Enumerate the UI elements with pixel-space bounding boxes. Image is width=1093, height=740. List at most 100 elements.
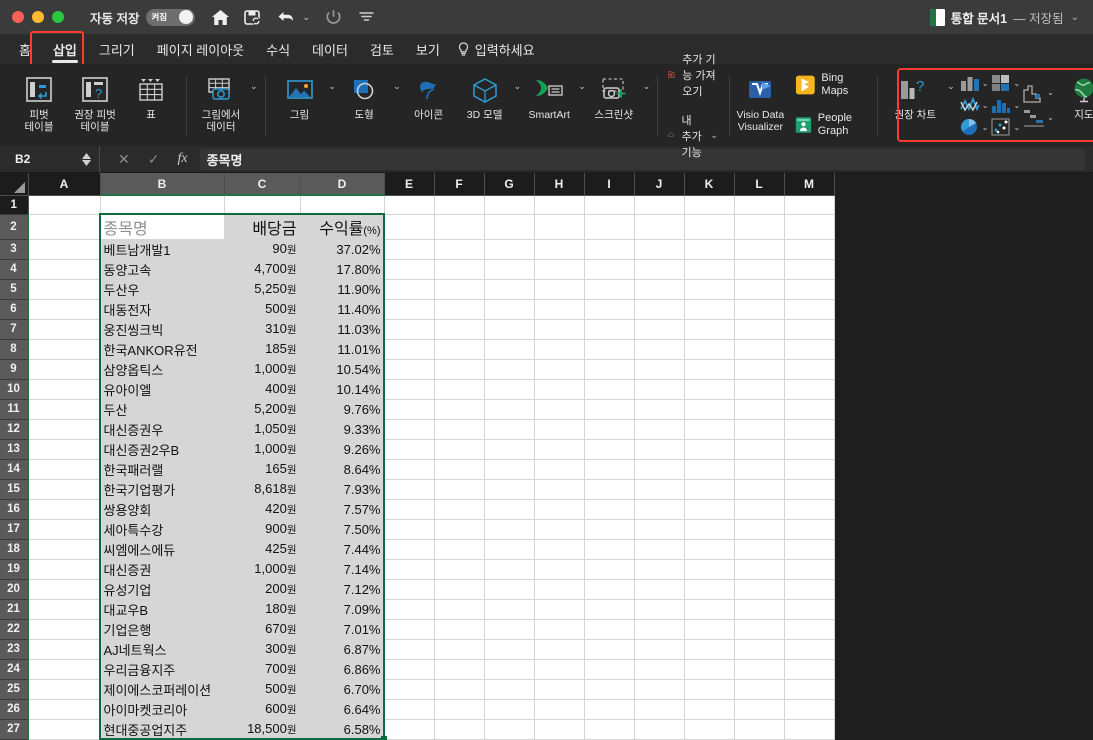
cell-L8[interactable] (734, 339, 785, 360)
cell-I26[interactable] (584, 699, 635, 720)
row-header-4[interactable]: 4 (0, 259, 29, 280)
column-chart-button[interactable]: ⌄ (959, 73, 988, 93)
cell-I20[interactable] (584, 579, 635, 600)
cell-A1[interactable] (28, 195, 101, 215)
cell-E5[interactable] (384, 279, 435, 300)
name-box-spinner[interactable] (82, 152, 91, 166)
cell-D5[interactable]: 11.90% (300, 279, 385, 300)
cell-L15[interactable] (734, 479, 785, 500)
cell-G25[interactable] (484, 679, 535, 700)
visio-data-visualizer-button[interactable]: Visio Data Visualizer (736, 67, 785, 143)
cell-G9[interactable] (484, 359, 535, 380)
cell-H7[interactable] (534, 319, 585, 340)
cell-D12[interactable]: 9.33% (300, 419, 385, 440)
cell-F26[interactable] (434, 699, 485, 720)
cell-C21[interactable]: 180원 (224, 599, 301, 620)
cell-E18[interactable] (384, 539, 435, 560)
screenshot-chevron-down-icon[interactable]: ⌄ (643, 81, 651, 92)
cell-A22[interactable] (28, 619, 101, 640)
cell-L3[interactable] (734, 239, 785, 260)
cell-M17[interactable] (784, 519, 835, 540)
cell-A2[interactable] (28, 214, 101, 240)
cell-K9[interactable] (684, 359, 735, 380)
cell-E4[interactable] (384, 259, 435, 280)
cell-L9[interactable] (734, 359, 785, 380)
cell-F4[interactable] (434, 259, 485, 280)
cell-B20[interactable]: 유성기업 (100, 579, 225, 600)
picture-chevron-down-icon[interactable]: ⌄ (329, 81, 337, 92)
maximize-window-button[interactable] (52, 11, 64, 23)
cell-E9[interactable] (384, 359, 435, 380)
cell-E7[interactable] (384, 319, 435, 340)
cell-A23[interactable] (28, 639, 101, 660)
select-all-corner[interactable] (0, 173, 29, 196)
cell-M20[interactable] (784, 579, 835, 600)
cell-C13[interactable]: 1,000원 (224, 439, 301, 460)
cell-I23[interactable] (584, 639, 635, 660)
cell-C2[interactable]: 배당금 (224, 214, 301, 240)
cell-C6[interactable]: 500원 (224, 299, 301, 320)
cell-H9[interactable] (534, 359, 585, 380)
cell-J24[interactable] (634, 659, 685, 680)
cell-H8[interactable] (534, 339, 585, 360)
row-header-26[interactable]: 26 (0, 699, 29, 720)
cell-G2[interactable] (484, 214, 535, 240)
cell-B19[interactable]: 대신증권 (100, 559, 225, 580)
cell-I22[interactable] (584, 619, 635, 640)
cell-A9[interactable] (28, 359, 101, 380)
cell-B11[interactable]: 두산 (100, 399, 225, 420)
autosave-control[interactable]: 자동 저장 켜짐 (90, 8, 196, 27)
cell-C22[interactable]: 670원 (224, 619, 301, 640)
shapes-chevron-down-icon[interactable]: ⌄ (393, 81, 401, 92)
cell-I21[interactable] (584, 599, 635, 620)
cell-G18[interactable] (484, 539, 535, 560)
cell-I4[interactable] (584, 259, 635, 280)
cell-G3[interactable] (484, 239, 535, 260)
cell-H15[interactable] (534, 479, 585, 500)
cell-I9[interactable] (584, 359, 635, 380)
cell-G22[interactable] (484, 619, 535, 640)
cell-C12[interactable]: 1,050원 (224, 419, 301, 440)
cell-G4[interactable] (484, 259, 535, 280)
cell-D7[interactable]: 11.03% (300, 319, 385, 340)
cell-I1[interactable] (584, 195, 635, 215)
cell-D14[interactable]: 8.64% (300, 459, 385, 480)
document-title-area[interactable]: 통합 문서1 — 저장됨 ⌄ (929, 0, 1079, 35)
row-header-3[interactable]: 3 (0, 239, 29, 260)
cell-A15[interactable] (28, 479, 101, 500)
name-box[interactable]: B2 (8, 149, 80, 170)
cell-H21[interactable] (534, 599, 585, 620)
cell-M10[interactable] (784, 379, 835, 400)
cell-F19[interactable] (434, 559, 485, 580)
row-header-1[interactable]: 1 (0, 195, 29, 215)
cell-A24[interactable] (28, 659, 101, 680)
cell-J5[interactable] (634, 279, 685, 300)
cell-E6[interactable] (384, 299, 435, 320)
cell-D4[interactable]: 17.80% (300, 259, 385, 280)
shapes-button[interactable]: 도형 (336, 67, 392, 143)
cell-M18[interactable] (784, 539, 835, 560)
column-header-e[interactable]: E (384, 173, 435, 196)
cell-H16[interactable] (534, 499, 585, 520)
cell-D10[interactable]: 10.14% (300, 379, 385, 400)
recommended-charts-button[interactable]: ? 권장 차트 (884, 67, 946, 143)
cell-E23[interactable] (384, 639, 435, 660)
cell-C3[interactable]: 90원 (224, 239, 301, 260)
tab-home[interactable]: 홈 (8, 37, 42, 63)
cell-D25[interactable]: 6.70% (300, 679, 385, 700)
cell-M2[interactable] (784, 214, 835, 240)
cell-K6[interactable] (684, 299, 735, 320)
cell-H11[interactable] (534, 399, 585, 420)
cell-C8[interactable]: 185원 (224, 339, 301, 360)
cell-J3[interactable] (634, 239, 685, 260)
cell-G8[interactable] (484, 339, 535, 360)
row-header-5[interactable]: 5 (0, 279, 29, 300)
cell-G21[interactable] (484, 599, 535, 620)
cell-G17[interactable] (484, 519, 535, 540)
cell-L16[interactable] (734, 499, 785, 520)
map-chart-button[interactable]: 지도 (1056, 67, 1093, 143)
row-header-12[interactable]: 12 (0, 419, 29, 440)
cell-M13[interactable] (784, 439, 835, 460)
picture-button[interactable]: 그림 (272, 67, 328, 143)
column-header-j[interactable]: J (634, 173, 685, 196)
